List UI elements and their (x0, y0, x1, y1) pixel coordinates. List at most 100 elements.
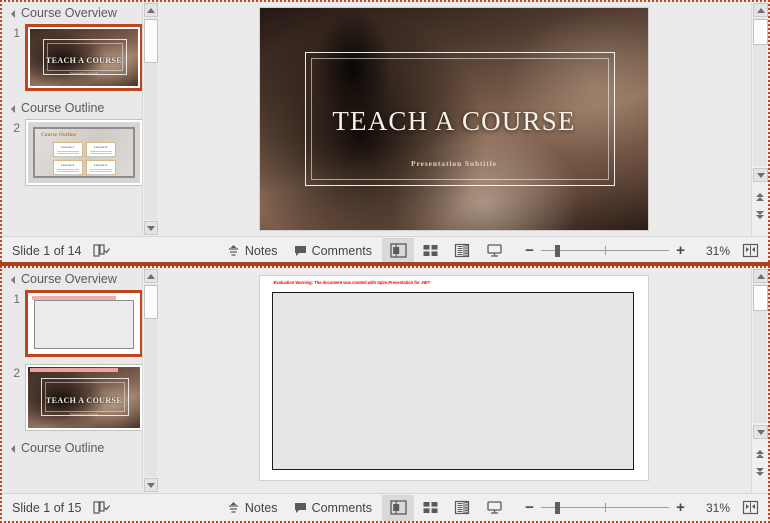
previous-slide-button[interactable] (754, 448, 767, 461)
slide-subtitle-text: Presentation Subtitle (69, 70, 99, 75)
section-title: Course Overview (21, 272, 117, 286)
zoom-in-button[interactable]: + (675, 499, 686, 516)
thumbnail-row[interactable]: 2 TEACH A COURSE Presentation Subtitle (2, 363, 158, 437)
evaluation-warning-text: Evaluation Warning: The document was cre… (271, 280, 433, 287)
section-header-course-outline[interactable]: Course Outline (2, 437, 158, 458)
collapse-triangle-icon[interactable] (11, 445, 15, 453)
zoom-out-button[interactable]: − (524, 499, 535, 516)
status-bar-top: Slide 1 of 14 Notes Comments − + 31% (2, 236, 768, 264)
powerpoint-dual-window: Course Overview 1 TEACH A COURSE Present… (0, 0, 770, 523)
scrollbar-thumb[interactable] (144, 19, 158, 63)
slide-thumbnail-1[interactable] (25, 290, 143, 357)
section-header-course-overview[interactable]: Course Overview (2, 268, 158, 289)
scroll-up-button[interactable] (144, 3, 158, 17)
next-slide-button[interactable] (754, 466, 767, 479)
scroll-down-button[interactable] (144, 221, 158, 235)
status-left-group: Slide 1 of 14 (2, 243, 110, 258)
fit-slide-to-window-button[interactable] (740, 499, 760, 517)
collapse-triangle-icon[interactable] (11, 105, 15, 113)
slide-show-view-button[interactable] (478, 238, 510, 264)
collapse-triangle-icon[interactable] (11, 10, 15, 18)
slide-thumbnail-1[interactable]: TEACH A COURSE Presentation Subtitle (25, 24, 143, 91)
slide-thumbnail-panel-bottom[interactable]: Course Overview 1 2 TEACH A COURSE Prese… (2, 268, 158, 493)
evaluation-warning-banner (30, 368, 118, 373)
thumbnail-box[interactable]: TEACH A COURSE Presentation Subtitle (25, 364, 143, 431)
scroll-up-button[interactable] (753, 269, 768, 283)
comments-button[interactable]: Comments (294, 244, 372, 258)
scrollbar-thumb[interactable] (144, 285, 158, 319)
scroll-up-button[interactable] (753, 3, 768, 17)
slide-sorter-view-button[interactable] (414, 238, 446, 264)
double-arrow-down-icon (756, 211, 765, 220)
slide-editing-stage-top[interactable]: TEACH A COURSE Presentation Subtitle (159, 2, 749, 236)
outline-card-title: Lesson 1 (60, 145, 74, 149)
notes-button[interactable]: Notes (227, 501, 278, 515)
section-title: Course Outline (21, 441, 105, 455)
scroll-down-button[interactable] (144, 478, 158, 492)
zoom-control[interactable]: − + 31% (524, 499, 730, 516)
section-header-course-overview[interactable]: Course Overview (2, 2, 158, 23)
scroll-down-button[interactable] (753, 425, 768, 439)
scrollbar-thumb[interactable] (753, 285, 768, 311)
scroll-up-button[interactable] (144, 269, 158, 283)
slide-editing-stage-bottom[interactable]: Evaluation Warning: The document was cre… (159, 268, 749, 493)
arrow-down-icon (147, 225, 155, 231)
comments-button[interactable]: Comments (294, 501, 372, 515)
accessibility-icon[interactable] (92, 500, 110, 515)
outline-card-title: Lesson 4 (93, 163, 107, 167)
arrow-up-icon (147, 273, 155, 279)
thumbnail-box[interactable]: Course Outline Lesson 1 Lesson 2 Lesson … (25, 119, 143, 186)
accessibility-icon[interactable] (92, 243, 110, 258)
normal-view-button[interactable] (382, 237, 414, 264)
thumbnail-scrollbar-bottom[interactable] (142, 268, 158, 493)
zoom-out-button[interactable]: − (524, 242, 535, 259)
stage-scrollbar-top[interactable] (751, 2, 768, 236)
current-slide-bottom[interactable]: Evaluation Warning: The document was cre… (260, 276, 648, 480)
zoom-in-button[interactable]: + (675, 242, 686, 259)
thumbnail-box[interactable] (25, 290, 143, 357)
slide-number: 2 (13, 366, 20, 380)
status-bar-bottom: Slide 1 of 15 Notes Comments − + 31% (2, 493, 768, 521)
thumbnail-row[interactable]: 1 TEACH A COURSE Presentation Subtitle (2, 23, 158, 97)
section-header-course-outline[interactable]: Course Outline (2, 97, 158, 118)
thumbnail-box[interactable]: TEACH A COURSE Presentation Subtitle (25, 24, 143, 91)
thumbnail-row[interactable]: 2 Course Outline Lesson 1 Lesson 2 Lesso… (2, 118, 158, 192)
scrollbar-thumb[interactable] (753, 19, 768, 45)
next-slide-button[interactable] (754, 209, 767, 222)
notes-button[interactable]: Notes (227, 244, 278, 258)
slide-show-view-button[interactable] (478, 495, 510, 521)
zoom-slider[interactable] (541, 244, 669, 258)
slide-number: 1 (13, 26, 20, 40)
double-arrow-down-icon (756, 468, 765, 477)
reading-view-button[interactable] (446, 238, 478, 264)
zoom-slider-handle[interactable] (555, 501, 560, 514)
status-right-group: − + 31% (382, 237, 768, 264)
powerpoint-window-bottom: Course Overview 1 2 TEACH A COURSE Prese… (0, 266, 770, 523)
reading-view-button[interactable] (446, 495, 478, 521)
arrow-up-icon (756, 7, 765, 13)
arrow-down-icon (756, 429, 765, 435)
slide-thumbnail-panel-top[interactable]: Course Overview 1 TEACH A COURSE Present… (2, 2, 158, 236)
zoom-slider[interactable] (541, 501, 669, 515)
slide-canvas: Evaluation Warning: The document was cre… (260, 276, 648, 480)
previous-slide-button[interactable] (754, 191, 767, 204)
stage-scrollbar-bottom[interactable] (751, 268, 768, 493)
scroll-down-button[interactable] (753, 168, 768, 182)
slide-thumbnail-2[interactable]: Course Outline Lesson 1 Lesson 2 Lesson … (25, 119, 143, 186)
slide-content-placeholder[interactable] (271, 292, 635, 470)
comments-label: Comments (311, 500, 372, 515)
thumbnail-scrollbar-top[interactable] (142, 2, 158, 236)
current-slide-top[interactable]: TEACH A COURSE Presentation Subtitle (260, 8, 648, 230)
fit-slide-to-window-button[interactable] (740, 242, 760, 260)
thumbnail-row[interactable]: 1 (2, 289, 158, 363)
collapse-triangle-icon[interactable] (11, 276, 15, 284)
zoom-slider-handle[interactable] (555, 244, 560, 257)
slide-sorter-view-button[interactable] (414, 495, 446, 521)
notes-label: Notes (244, 500, 278, 515)
slide-sepia-photo: TEACH A COURSE Presentation Subtitle (260, 8, 648, 230)
slide-thumbnail-2[interactable]: TEACH A COURSE Presentation Subtitle (25, 364, 143, 431)
pane-body-bottom: Course Overview 1 2 TEACH A COURSE Prese… (2, 268, 768, 493)
slide-title-text: TEACH A COURSE (45, 395, 123, 405)
normal-view-button[interactable] (382, 494, 414, 521)
zoom-control[interactable]: − + 31% (524, 242, 730, 259)
